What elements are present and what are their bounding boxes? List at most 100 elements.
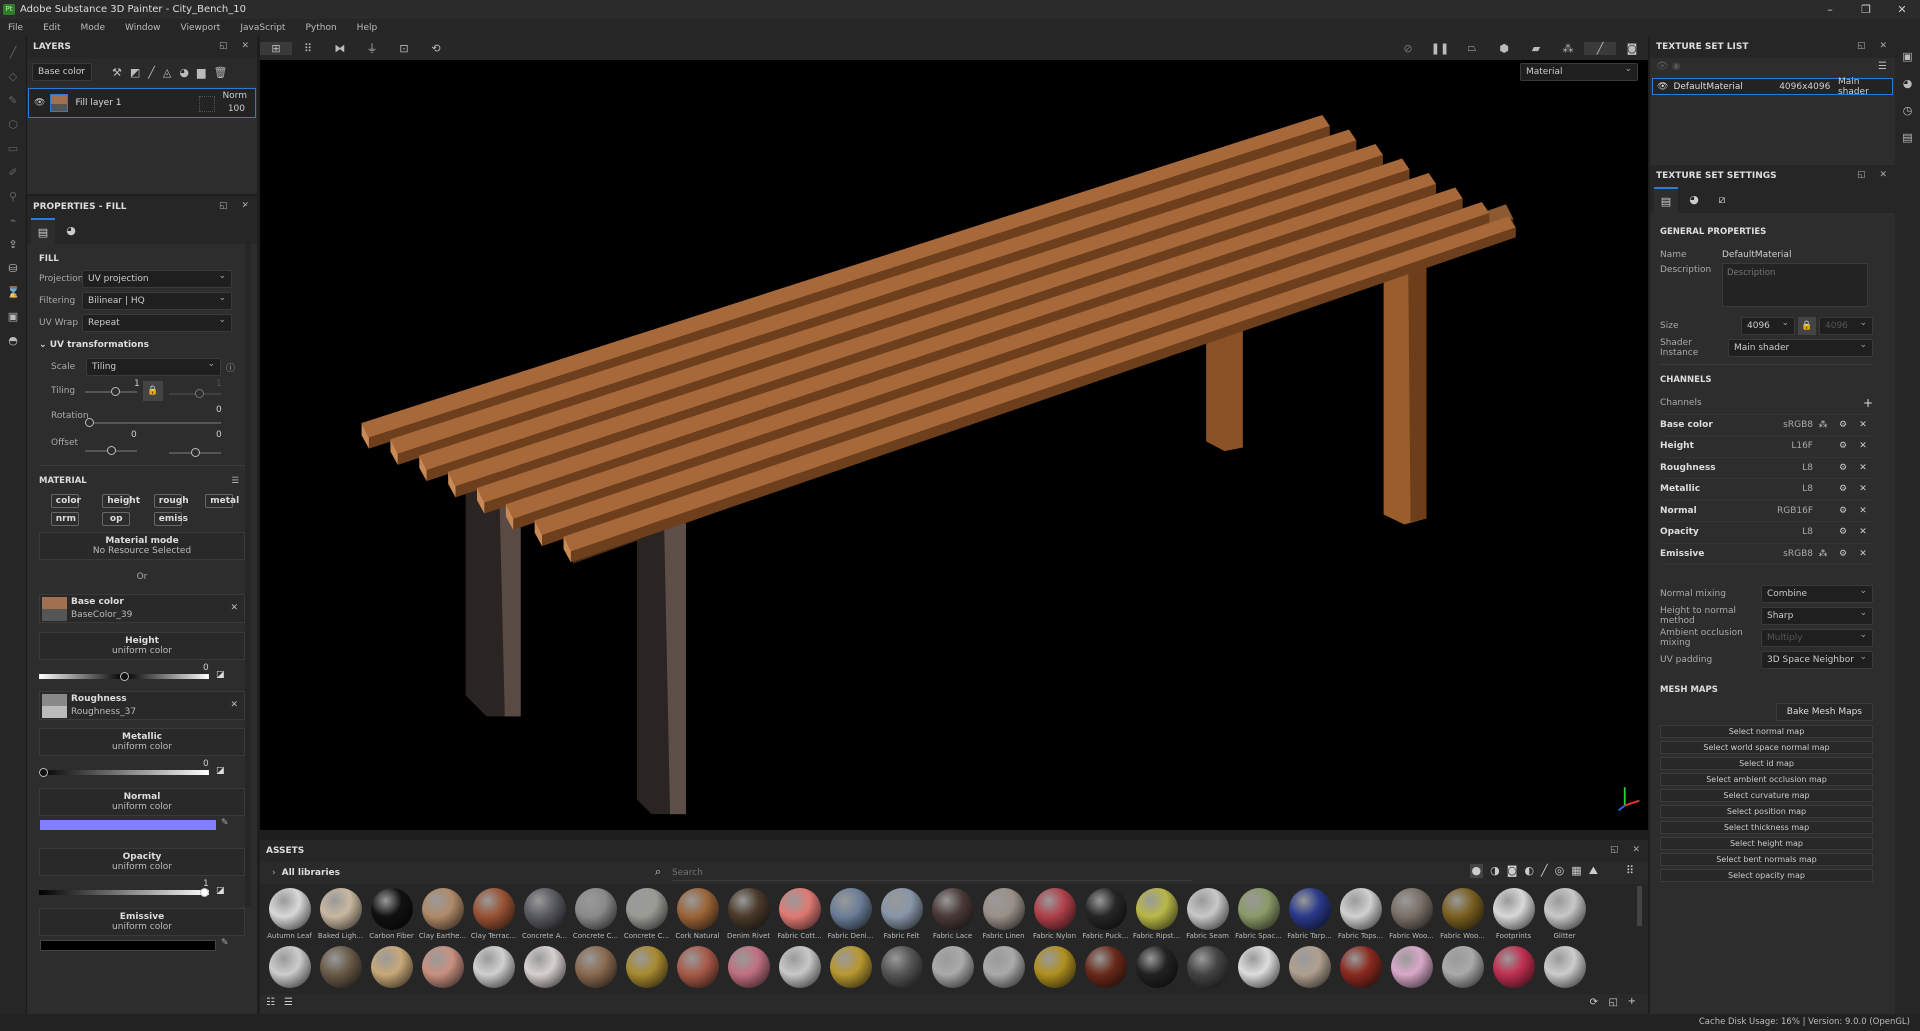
tiling-u-slider[interactable] bbox=[85, 387, 137, 396]
channel-row[interactable]: Height L16F ⚙ ✕ bbox=[1660, 436, 1873, 458]
select-mesh-map-button[interactable]: Select id map bbox=[1660, 757, 1873, 770]
asset-item[interactable]: Baked Ligh... bbox=[315, 888, 366, 940]
asset-item[interactable]: Fabric Lace bbox=[927, 888, 978, 940]
select-mesh-map-button[interactable]: Select opacity map bbox=[1660, 869, 1873, 882]
eyedropper-icon[interactable]: ✎ bbox=[221, 938, 229, 948]
remove-channel-icon[interactable]: ✕ bbox=[1853, 463, 1873, 473]
asset-item[interactable] bbox=[315, 946, 366, 988]
remove-channel-icon[interactable]: ✕ bbox=[1853, 484, 1873, 494]
asset-item[interactable]: Fabric Linen bbox=[978, 888, 1029, 940]
link-icon[interactable]: ◪ bbox=[216, 766, 225, 776]
material-mode-slot[interactable]: Material mode No Resource Selected bbox=[39, 532, 245, 560]
undock-icon[interactable]: ◱ bbox=[1857, 41, 1866, 51]
asset-item[interactable] bbox=[672, 946, 723, 988]
delete-layer-icon[interactable]: 🗑 bbox=[213, 66, 227, 79]
eraser-icon[interactable]: ◇ bbox=[7, 70, 20, 83]
new-window-icon[interactable]: ◱ bbox=[1609, 997, 1618, 1008]
filter-materials-icon[interactable]: ● bbox=[1469, 864, 1484, 878]
lock-icon[interactable]: 🔒 bbox=[143, 381, 163, 401]
scale-select[interactable]: Tiling bbox=[86, 358, 221, 376]
shelf-list-icon[interactable]: ☰ bbox=[284, 997, 293, 1008]
uvwrap-select[interactable]: Repeat bbox=[82, 314, 232, 332]
polygon-fill-icon[interactable]: ▭ bbox=[7, 142, 20, 155]
eyedropper-icon[interactable]: ✎ bbox=[221, 818, 229, 828]
normal-slot[interactable]: Normal uniform color bbox=[39, 788, 245, 816]
tab-material[interactable]: ◕ bbox=[59, 218, 83, 244]
link-icon[interactable]: ◪ bbox=[216, 670, 225, 680]
channel-chip-metal[interactable]: metal bbox=[205, 494, 239, 508]
asset-item[interactable] bbox=[468, 946, 519, 988]
remove-channel-icon[interactable]: ✕ bbox=[1853, 420, 1873, 430]
asset-item[interactable] bbox=[1182, 946, 1233, 988]
add-folder-icon[interactable]: ▆ bbox=[197, 66, 205, 79]
emissive-color-swatch[interactable] bbox=[40, 940, 216, 951]
asset-item[interactable]: Fabric Nylon bbox=[1029, 888, 1080, 940]
asset-item[interactable] bbox=[1029, 946, 1080, 988]
document-icon[interactable]: ▣ bbox=[7, 310, 20, 323]
channel-chip-height[interactable]: height bbox=[102, 494, 140, 508]
minimize-button[interactable]: – bbox=[1812, 0, 1848, 19]
option-select[interactable]: Sharp bbox=[1761, 607, 1873, 625]
tab-uv[interactable]: ⧄ bbox=[1710, 187, 1734, 213]
maximize-button[interactable]: ❐ bbox=[1848, 0, 1884, 19]
undock-icon[interactable]: ◱ bbox=[1857, 170, 1866, 180]
channel-format[interactable]: sRGB8 bbox=[1773, 420, 1813, 430]
rotation-slider[interactable] bbox=[85, 418, 221, 427]
remove-channel-icon[interactable]: ✕ bbox=[1853, 506, 1873, 516]
emissive-slot[interactable]: Emissive uniform color bbox=[39, 908, 245, 936]
filter-masks-icon[interactable]: ◙ bbox=[1507, 864, 1518, 878]
select-mesh-map-button[interactable]: Select height map bbox=[1660, 837, 1873, 850]
undock-icon[interactable]: ◱ bbox=[219, 201, 228, 211]
undock-icon[interactable]: ◱ bbox=[1610, 845, 1619, 855]
lock-icon[interactable]: 🔒 bbox=[1798, 317, 1816, 335]
offset-u-slider[interactable] bbox=[85, 446, 137, 455]
close-panel-icon[interactable]: ✕ bbox=[1879, 41, 1887, 51]
split-view-icon[interactable]: ⠿ bbox=[292, 42, 324, 55]
add-mask-icon[interactable]: ◩ bbox=[130, 66, 140, 79]
layer-opacity[interactable]: 100 bbox=[228, 104, 245, 114]
texture-set-item[interactable]: 👁 DefaultMaterial 4096x4096 Main shader bbox=[1652, 77, 1893, 97]
filter-grids-icon[interactable]: ▦ bbox=[1571, 864, 1581, 878]
display-settings-icon[interactable]: ⬢ bbox=[1488, 42, 1520, 55]
camera-projection-icon[interactable]: ⏢ bbox=[1456, 41, 1488, 55]
asset-item[interactable] bbox=[774, 946, 825, 988]
channel-settings-icon[interactable]: ⚙ bbox=[1833, 549, 1853, 559]
select-mesh-map-button[interactable]: Select world space normal map bbox=[1660, 741, 1873, 754]
remove-channel-icon[interactable]: ✕ bbox=[1853, 441, 1873, 451]
close-panel-icon[interactable]: ✕ bbox=[241, 41, 249, 51]
paint-brush-icon[interactable]: ╱ bbox=[7, 46, 20, 59]
asset-item[interactable]: Concrete C... bbox=[621, 888, 672, 940]
select-mesh-map-button[interactable]: Select normal map bbox=[1660, 725, 1873, 738]
layer-item[interactable]: 👁 Fill layer 1 Norm 100 bbox=[28, 88, 256, 118]
search-input[interactable] bbox=[672, 865, 1192, 881]
filter-textures-icon[interactable]: ◐ bbox=[1524, 864, 1534, 878]
select-mesh-map-button[interactable]: Select position map bbox=[1660, 805, 1873, 818]
single-view-icon[interactable]: ⊞ bbox=[260, 41, 292, 55]
asset-item[interactable] bbox=[1131, 946, 1182, 988]
menu-edit[interactable]: Edit bbox=[43, 23, 60, 33]
remove-channel-icon[interactable]: ✕ bbox=[1853, 527, 1873, 537]
asset-item[interactable]: Fabric Tops... bbox=[1335, 888, 1386, 940]
mask-icon[interactable]: ◓ bbox=[7, 334, 20, 347]
uv-transformations-toggle[interactable]: ⌄ UV transformations bbox=[39, 334, 257, 356]
grid-view-icon[interactable]: ⠿ bbox=[1626, 864, 1634, 878]
asset-item[interactable]: Clay Earthe... bbox=[417, 888, 468, 940]
menu-icon[interactable]: ☰ bbox=[231, 476, 239, 486]
channel-row[interactable]: Opacity L8 ⚙ ✕ bbox=[1660, 522, 1873, 544]
asset-item[interactable]: Fabric Felt bbox=[876, 888, 927, 940]
asset-item[interactable]: Cork Natural bbox=[672, 888, 723, 940]
asset-item[interactable]: Autumn Leaf bbox=[264, 888, 315, 940]
asset-item[interactable]: Concrete A... bbox=[519, 888, 570, 940]
asset-item[interactable] bbox=[723, 946, 774, 988]
channel-settings-icon[interactable]: ⚙ bbox=[1833, 420, 1853, 430]
asset-item[interactable]: Fabric Cott... bbox=[774, 888, 825, 940]
asset-item[interactable] bbox=[927, 946, 978, 988]
asset-item[interactable] bbox=[1539, 946, 1590, 988]
settings-menu-icon[interactable]: ☰ bbox=[1878, 61, 1887, 72]
tab-fill-properties[interactable]: ▤ bbox=[31, 218, 55, 244]
option-select[interactable]: 3D Space Neighbor bbox=[1761, 651, 1873, 669]
asset-item[interactable]: Fabric Spac... bbox=[1233, 888, 1284, 940]
asset-item[interactable] bbox=[264, 946, 315, 988]
option-select[interactable]: Combine bbox=[1761, 585, 1873, 603]
asset-item[interactable] bbox=[1386, 946, 1437, 988]
